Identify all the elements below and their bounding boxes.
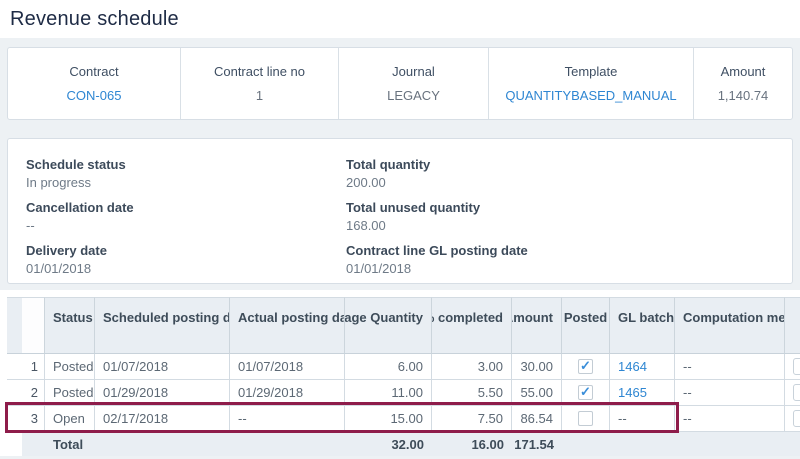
summary-field-amount: Amount 1,140.74 (693, 48, 792, 119)
total-pct-completed: 16.00 (432, 432, 512, 456)
actions-cell (785, 406, 800, 432)
memo-cell: -- (675, 406, 785, 432)
gl-batch-link[interactable]: 1464 (618, 359, 647, 374)
posted-cell (562, 406, 610, 432)
gl-batch-cell: 1465 (610, 380, 675, 406)
row-number: 3 (22, 406, 45, 432)
total-spacer (675, 432, 785, 456)
status-cell: Posted (45, 354, 95, 380)
schedule-table-panel: Status Scheduled posting date Actual pos… (0, 290, 800, 456)
field-label: Journal (392, 64, 435, 79)
template-link[interactable]: QUANTITYBASED_MANUAL (505, 88, 676, 103)
total-gutter (7, 432, 23, 456)
actual-date-cell: 01/29/2018 (230, 380, 345, 406)
row-action-button[interactable] (793, 384, 800, 401)
row-number: 2 (22, 380, 45, 406)
row-gutter (7, 406, 22, 432)
col-header-computation-memo[interactable]: Computation memo (675, 297, 785, 354)
pct-completed-cell: 5.50 (432, 380, 512, 406)
memo-cell: -- (675, 354, 785, 380)
summary-field-contract-line-no: Contract line no 1 (180, 48, 338, 119)
summary-field-contract: Contract CON-065 (8, 48, 180, 119)
col-header-usage-quantity[interactable]: Usage Quantity (345, 297, 432, 354)
actions-cell (785, 354, 800, 380)
scheduled-date-cell: 02/17/2018 (95, 406, 230, 432)
posted-cell (562, 354, 610, 380)
actual-date-cell: 01/07/2018 (230, 354, 345, 380)
row-gutter (7, 380, 22, 406)
posted-checkbox[interactable] (578, 411, 593, 426)
row-action-button[interactable] (793, 410, 800, 427)
total-row-number (22, 432, 45, 456)
detail-schedule-status: Schedule status In progress (26, 156, 346, 192)
col-header-actions (785, 297, 800, 354)
total-label: Total (45, 432, 95, 456)
detail-total-quantity: Total quantity 200.00 (346, 156, 528, 192)
page-title: Revenue schedule (10, 8, 800, 31)
col-header-amount[interactable]: Amount (512, 297, 562, 354)
actions-cell (785, 380, 800, 406)
summary-field-template: Template QUANTITYBASED_MANUAL (488, 48, 693, 119)
row-gutter (7, 354, 22, 380)
details-card: Schedule status In progress Cancellation… (7, 138, 793, 284)
actual-date-cell: -- (230, 406, 345, 432)
amount-cell: 55.00 (512, 380, 562, 406)
col-header-status[interactable]: Status (45, 297, 95, 354)
field-label: Amount (721, 64, 766, 79)
gl-batch-cell: 1464 (610, 354, 675, 380)
col-header-scheduled-posting-date[interactable]: Scheduled posting date (95, 297, 230, 354)
total-amount: 171.54 (512, 432, 562, 456)
total-usage-qty: 32.00 (345, 432, 432, 456)
status-cell: Open (45, 406, 95, 432)
col-header-gl-batch[interactable]: GL batch (610, 297, 675, 354)
contract-link[interactable]: CON-065 (67, 88, 122, 103)
schedule-table: Status Scheduled posting date Actual pos… (7, 297, 800, 456)
row-action-button[interactable] (793, 358, 800, 375)
details-left-column: Schedule status In progress Cancellation… (26, 156, 346, 283)
usage-qty-cell: 15.00 (345, 406, 432, 432)
posted-checkbox[interactable] (578, 359, 593, 374)
total-spacer (95, 432, 230, 456)
field-value: 1 (256, 88, 263, 103)
summary-card: Contract CON-065 Contract line no 1 Jour… (7, 47, 793, 120)
row-number: 1 (22, 354, 45, 380)
pct-completed-cell: 7.50 (432, 406, 512, 432)
posted-checkbox[interactable] (578, 385, 593, 400)
memo-cell: -- (675, 380, 785, 406)
usage-qty-cell: 11.00 (345, 380, 432, 406)
details-right-column: Total quantity 200.00 Total unused quant… (346, 156, 528, 283)
total-spacer (562, 432, 610, 456)
posted-cell (562, 380, 610, 406)
detail-contract-line-gl-posting-date: Contract line GL posting date 01/01/2018 (346, 242, 528, 278)
amount-cell: 30.00 (512, 354, 562, 380)
col-header-pct-completed[interactable]: % completed (432, 297, 512, 354)
total-spacer (785, 432, 800, 456)
col-header-actual-posting-date[interactable]: Actual posting date (230, 297, 345, 354)
scheduled-date-cell: 01/07/2018 (95, 354, 230, 380)
amount-cell: 86.54 (512, 406, 562, 432)
field-value: LEGACY (387, 88, 440, 103)
field-label: Contract line no (214, 64, 305, 79)
field-label: Contract (69, 64, 118, 79)
header-row-number (22, 297, 45, 354)
gl-batch-link[interactable]: 1465 (618, 385, 647, 400)
total-spacer (610, 432, 675, 456)
detail-total-unused-quantity: Total unused quantity 168.00 (346, 199, 528, 235)
pct-completed-cell: 3.00 (432, 354, 512, 380)
detail-delivery-date: Delivery date 01/01/2018 (26, 242, 346, 278)
title-bar: Revenue schedule (0, 0, 800, 38)
usage-qty-cell: 6.00 (345, 354, 432, 380)
col-header-posted[interactable]: Posted (562, 297, 610, 354)
scheduled-date-cell: 01/29/2018 (95, 380, 230, 406)
summary-field-journal: Journal LEGACY (338, 48, 488, 119)
total-spacer (230, 432, 345, 456)
gl-batch-cell: -- (610, 406, 675, 432)
status-cell: Posted (45, 380, 95, 406)
detail-cancellation-date: Cancellation date -- (26, 199, 346, 235)
field-label: Template (565, 64, 618, 79)
field-value: 1,140.74 (718, 88, 769, 103)
